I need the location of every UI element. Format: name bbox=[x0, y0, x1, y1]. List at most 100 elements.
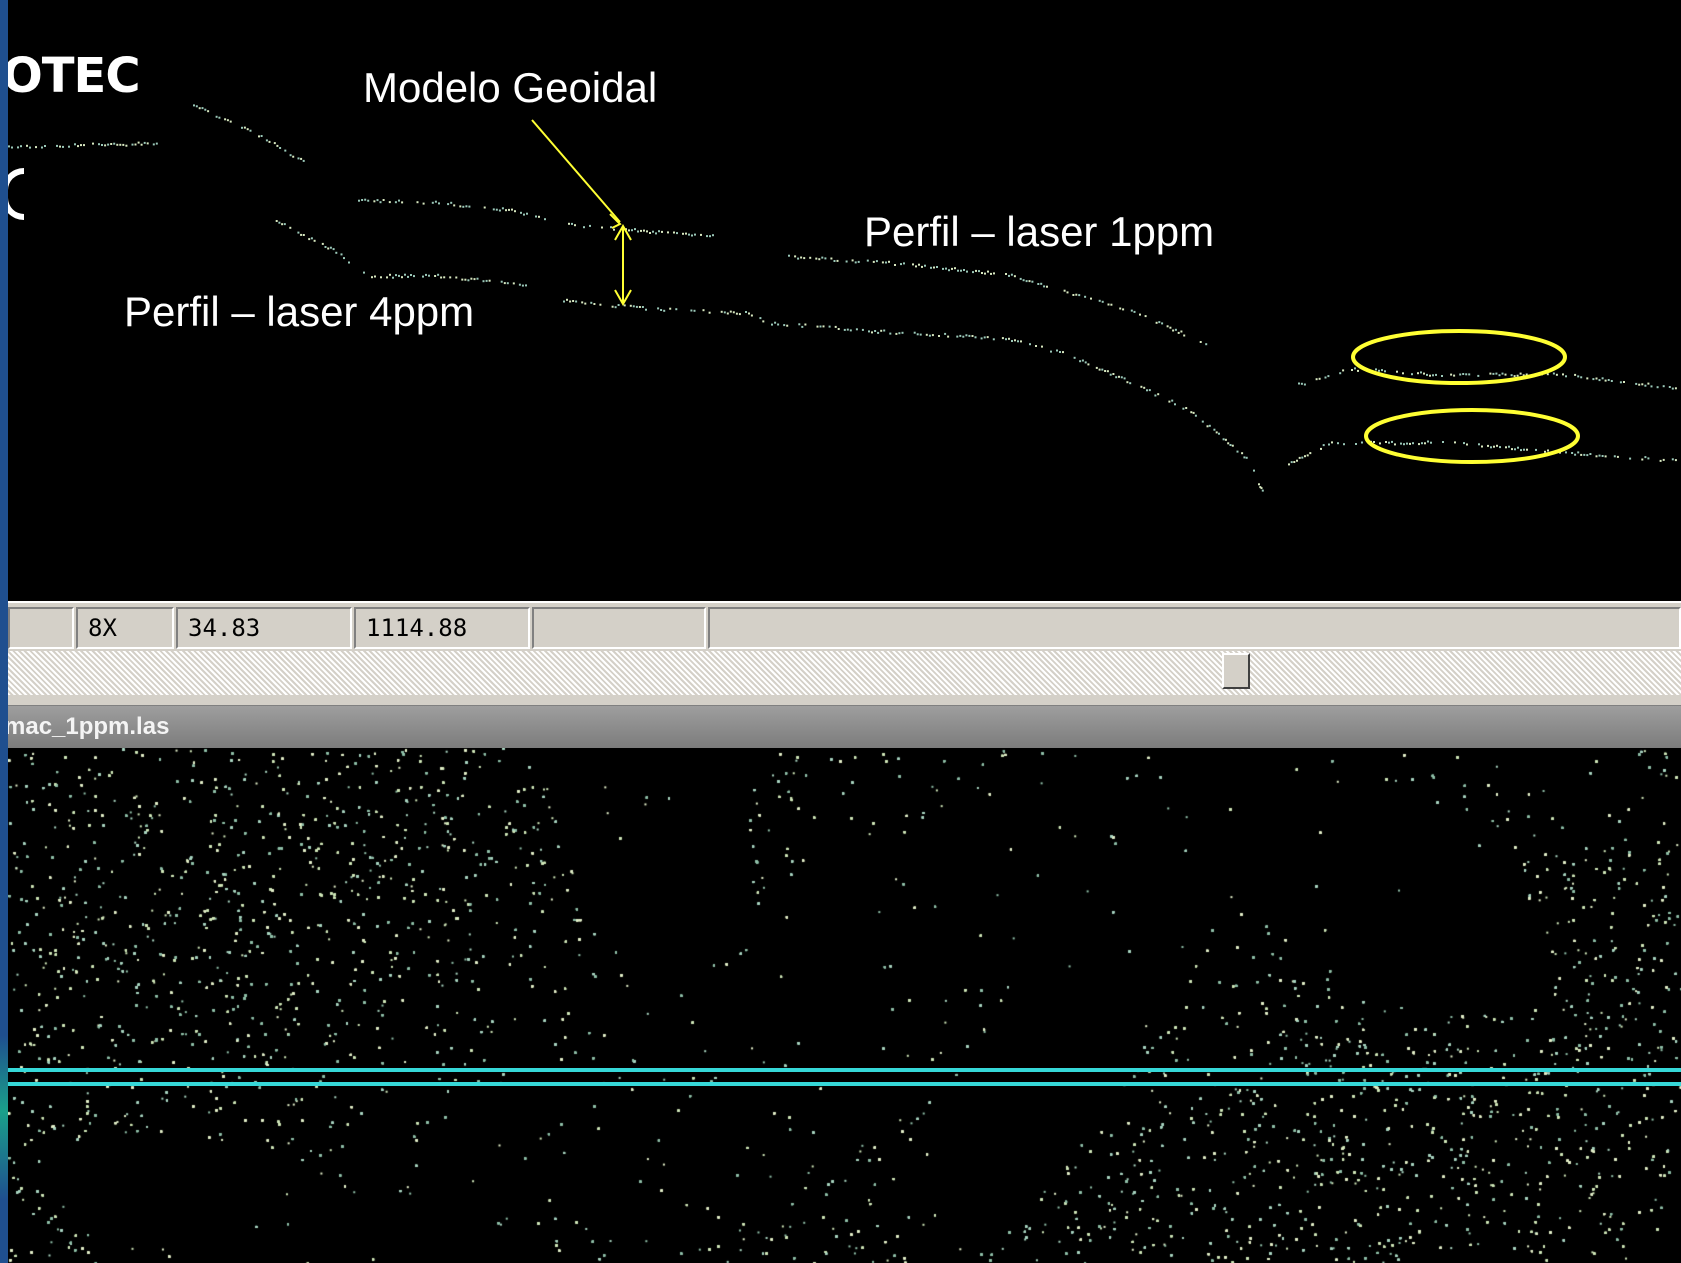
profile-point bbox=[1182, 407, 1185, 410]
profile-point bbox=[1115, 376, 1118, 379]
profile-point bbox=[506, 282, 509, 285]
profile-point bbox=[1607, 379, 1610, 381]
profile-point bbox=[434, 200, 437, 203]
pane-divider[interactable] bbox=[8, 695, 1681, 706]
profile-point bbox=[1466, 443, 1468, 446]
profile-point bbox=[1304, 455, 1306, 458]
profile-point bbox=[1144, 315, 1147, 318]
profile-point bbox=[617, 304, 620, 306]
profile-point bbox=[983, 336, 986, 339]
profile-point bbox=[505, 209, 507, 212]
profile-point bbox=[834, 325, 837, 328]
profile-point bbox=[367, 199, 370, 202]
profile-point bbox=[1119, 307, 1122, 310]
profile-point bbox=[302, 234, 305, 236]
profile-point bbox=[260, 135, 263, 137]
profile-point bbox=[1487, 444, 1489, 447]
profile-point bbox=[1192, 411, 1195, 414]
profile-point bbox=[364, 198, 367, 201]
profile-point bbox=[563, 300, 565, 303]
profile-point bbox=[300, 233, 303, 236]
profile-point bbox=[1674, 459, 1677, 462]
profile-point bbox=[473, 278, 476, 281]
profile-point bbox=[1468, 373, 1471, 376]
profile-point bbox=[1373, 441, 1375, 443]
profile-point bbox=[1109, 373, 1112, 376]
profile-point bbox=[1604, 455, 1607, 458]
horizontal-scrollbar[interactable] bbox=[8, 651, 1681, 695]
profile-point bbox=[925, 333, 928, 336]
profile-point bbox=[207, 110, 210, 113]
profile-point bbox=[1177, 331, 1180, 334]
profile-point bbox=[1513, 375, 1516, 378]
profile-point bbox=[450, 201, 453, 204]
profile-point bbox=[1066, 291, 1069, 294]
profile-point bbox=[1205, 343, 1208, 346]
profile-point bbox=[1388, 441, 1390, 444]
profile-point bbox=[581, 301, 584, 304]
profile-point bbox=[745, 311, 747, 313]
profile-point bbox=[1050, 350, 1052, 353]
profile-point bbox=[634, 228, 636, 231]
profile-point bbox=[229, 120, 232, 123]
profile-point bbox=[1574, 373, 1577, 376]
profile-point bbox=[1245, 456, 1248, 459]
profile-point bbox=[1001, 337, 1004, 340]
profile-point bbox=[1005, 273, 1007, 275]
profile-point bbox=[1656, 386, 1659, 389]
profile-point bbox=[389, 273, 391, 276]
profile-point bbox=[1166, 325, 1169, 328]
profile-point bbox=[748, 312, 750, 315]
profile-point bbox=[1288, 463, 1290, 466]
profile-point bbox=[1577, 375, 1580, 378]
profile-point bbox=[1043, 285, 1046, 288]
profile-point bbox=[1041, 345, 1043, 348]
profile-view[interactable]: OTEC Modelo Geoidal Perfil – laser 1ppm … bbox=[8, 4, 1681, 600]
profile-point bbox=[455, 276, 458, 279]
profile-point bbox=[1029, 343, 1031, 346]
profile-point bbox=[1084, 295, 1087, 298]
profile-point bbox=[881, 261, 884, 264]
profile-point bbox=[476, 277, 479, 280]
profile-point bbox=[1343, 443, 1345, 446]
profile-point bbox=[281, 223, 284, 226]
profile-point bbox=[268, 140, 271, 143]
profile-point bbox=[1104, 370, 1107, 372]
profile-point bbox=[1511, 448, 1513, 451]
profile-point bbox=[461, 278, 464, 281]
profile-point bbox=[1253, 469, 1255, 472]
profile-point bbox=[1084, 361, 1087, 364]
profile-point bbox=[1508, 445, 1510, 448]
profile-point bbox=[104, 144, 107, 147]
profile-point bbox=[1130, 309, 1133, 312]
cloud-window-title[interactable]: mac_1ppm.las bbox=[8, 706, 1681, 748]
annotation-geoid-model: Modelo Geoidal bbox=[363, 64, 658, 111]
scrollbar-thumb[interactable] bbox=[1222, 653, 1250, 689]
profile-point bbox=[1552, 372, 1555, 375]
profile-point bbox=[673, 231, 675, 234]
profile-point bbox=[101, 144, 103, 146]
profile-point bbox=[140, 143, 143, 146]
profile-point bbox=[984, 272, 986, 275]
point-cloud-view[interactable] bbox=[8, 748, 1681, 1263]
profile-point bbox=[830, 257, 833, 260]
profile-point bbox=[951, 267, 953, 270]
profile-point bbox=[1118, 375, 1120, 378]
profile-point bbox=[201, 107, 204, 110]
profile-point bbox=[1011, 340, 1013, 342]
profile-point bbox=[1501, 372, 1504, 375]
profile-point bbox=[321, 242, 324, 245]
profile-point bbox=[971, 335, 974, 337]
profile-point bbox=[348, 261, 350, 264]
profile-point bbox=[376, 199, 379, 202]
profile-point bbox=[614, 306, 617, 309]
profile-point bbox=[1056, 349, 1058, 352]
profile-point bbox=[821, 256, 824, 259]
profile-point bbox=[1535, 448, 1537, 451]
profile-point bbox=[521, 284, 524, 287]
profile-point bbox=[74, 143, 76, 146]
profile-point bbox=[693, 309, 696, 312]
profile-point bbox=[308, 238, 311, 241]
profile-point bbox=[643, 229, 645, 232]
profile-point bbox=[883, 329, 886, 332]
